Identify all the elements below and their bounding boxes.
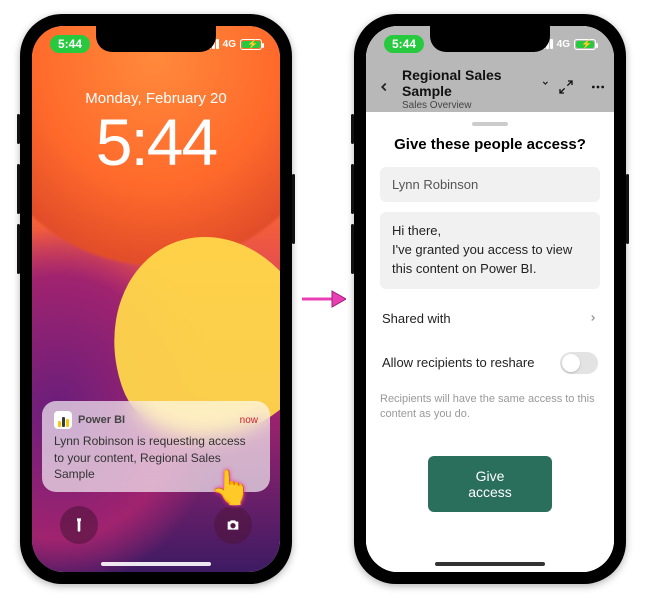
expand-button[interactable]: [550, 79, 582, 100]
battery-icon: ⚡: [574, 39, 596, 50]
phone-app: 5:44 4G ⚡ Regional Sales Sample: [354, 14, 626, 584]
flashlight-button[interactable]: [60, 506, 98, 544]
shared-with-row[interactable]: Shared with: [380, 299, 600, 338]
sheet-title: Give these people access?: [380, 136, 600, 153]
chevron-left-icon: [377, 80, 391, 94]
share-sheet: Give these people access? Lynn Robinson …: [366, 112, 614, 572]
expand-icon: [558, 79, 574, 95]
reshare-hint: Recipients will have the same access to …: [380, 392, 600, 423]
reshare-row: Allow recipients to reshare: [380, 340, 600, 386]
lock-time: 5:44: [32, 109, 280, 175]
header-subtitle: Sales Overview: [402, 100, 550, 111]
shared-with-label: Shared with: [382, 311, 451, 326]
give-access-button[interactable]: Give access: [428, 456, 552, 512]
phone-lockscreen: 5:44 4G ⚡ Monday, February 20 5:44 Power…: [20, 14, 292, 584]
flashlight-icon: [71, 517, 87, 533]
battery-icon: ⚡: [240, 39, 262, 50]
message-field[interactable]: Hi there, I've granted you access to vie…: [380, 212, 600, 289]
recipient-field[interactable]: Lynn Robinson: [380, 167, 600, 202]
powerbi-icon: [54, 411, 72, 429]
back-button[interactable]: [366, 80, 402, 99]
status-time-pill: 5:44: [50, 35, 90, 53]
notification-app-name: Power BI: [78, 414, 125, 426]
flow-arrow-icon: [300, 287, 346, 311]
tap-hand-icon: 👆: [210, 468, 252, 508]
chevron-down-icon[interactable]: [541, 78, 550, 88]
sheet-grabber[interactable]: [472, 122, 508, 126]
reshare-label: Allow recipients to reshare: [382, 355, 534, 370]
chevron-right-icon: [588, 311, 598, 326]
network-label: 4G: [557, 39, 570, 50]
notification-timestamp: now: [240, 415, 258, 426]
network-label: 4G: [223, 39, 236, 50]
more-button[interactable]: [582, 79, 614, 100]
status-time-pill: 5:44: [384, 35, 424, 53]
more-icon: [590, 79, 606, 95]
header-title: Regional Sales Sample: [402, 67, 535, 99]
camera-icon: [225, 517, 241, 533]
reshare-toggle[interactable]: [560, 352, 598, 374]
camera-button[interactable]: [214, 506, 252, 544]
